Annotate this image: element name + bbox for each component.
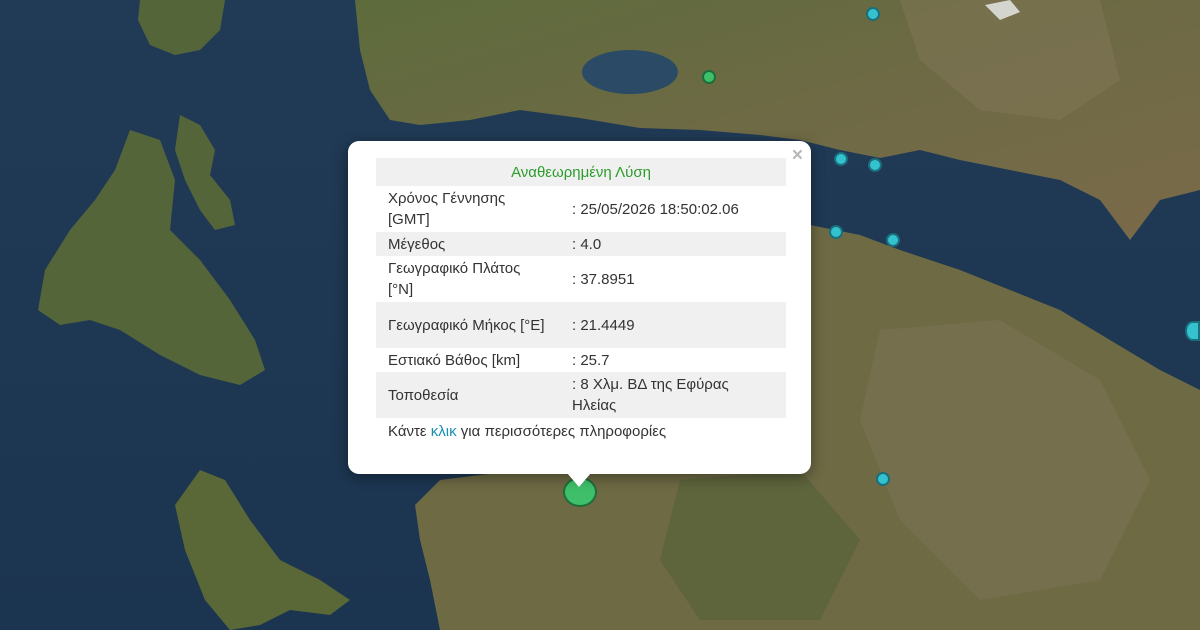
more-info-prefix: Κάντε	[388, 423, 431, 440]
detail-label: Γεωγραφικό Πλάτος [°N]	[388, 260, 521, 298]
detail-value: : 25/05/2026 18:50:02.06	[572, 200, 739, 218]
detail-label: Γεωγραφικό Μήκος [°E]	[376, 302, 560, 348]
popup-content: Αναθεωρημένη Λύση Χρόνος Γέννησης [GMT] …	[376, 158, 786, 443]
earthquake-marker[interactable]	[886, 233, 900, 247]
earthquake-marker[interactable]	[702, 70, 716, 84]
more-info-link[interactable]: κλικ	[431, 423, 457, 440]
detail-row-latitude: Γεωγραφικό Πλάτος [°N] : 37.8951	[376, 256, 786, 302]
popup-tip	[567, 473, 591, 487]
earthquake-details-table: Αναθεωρημένη Λύση Χρόνος Γέννησης [GMT] …	[376, 158, 786, 418]
detail-row-location: Τοποθεσία : 8 Χλμ. ΒΔ της Εφύρας Ηλείας	[376, 372, 786, 418]
detail-label: Χρόνος Γέννησης [GMT]	[388, 190, 506, 228]
detail-value: : 25.7	[572, 351, 610, 369]
detail-row-origin-time: Χρόνος Γέννησης [GMT] : 25/05/2026 18:50…	[376, 186, 786, 232]
earthquake-info-popup: × Αναθεωρημένη Λύση Χρόνος Γέννησης [GMT…	[348, 141, 811, 474]
lake	[582, 50, 678, 94]
detail-value: : 4.0	[560, 232, 786, 256]
popup-title-row: Αναθεωρημένη Λύση	[376, 158, 786, 186]
detail-value: : 21.4449	[560, 302, 786, 348]
earthquake-marker[interactable]	[834, 152, 848, 166]
earthquake-marker[interactable]	[1185, 321, 1200, 341]
satellite-map[interactable]: × Αναθεωρημένη Λύση Χρόνος Γέννησης [GMT…	[0, 0, 1200, 630]
detail-row-depth: Εστιακό Βάθος [km] : 25.7	[376, 348, 786, 372]
detail-label: Τοποθεσία	[376, 372, 560, 418]
detail-label: Εστιακό Βάθος [km]	[388, 351, 521, 369]
more-info-suffix: για περισσότερες πληροφορίες	[456, 423, 667, 440]
earthquake-marker[interactable]	[868, 158, 882, 172]
detail-value: : 37.8951	[572, 270, 635, 288]
earthquake-marker[interactable]	[876, 472, 890, 486]
more-info-text: Κάντε κλικ για περισσότερες πληροφορίες	[376, 421, 786, 443]
detail-label: Μέγεθος	[376, 232, 560, 256]
earthquake-marker[interactable]	[829, 225, 843, 239]
detail-row-longitude: Γεωγραφικό Μήκος [°E] : 21.4449	[376, 302, 786, 348]
close-icon[interactable]: ×	[792, 145, 803, 167]
earthquake-marker[interactable]	[866, 7, 880, 21]
popup-title: Αναθεωρημένη Λύση	[376, 158, 786, 186]
detail-value: : 8 Χλμ. ΒΔ της Εφύρας Ηλείας	[560, 372, 786, 418]
detail-row-magnitude: Μέγεθος : 4.0	[376, 232, 786, 256]
